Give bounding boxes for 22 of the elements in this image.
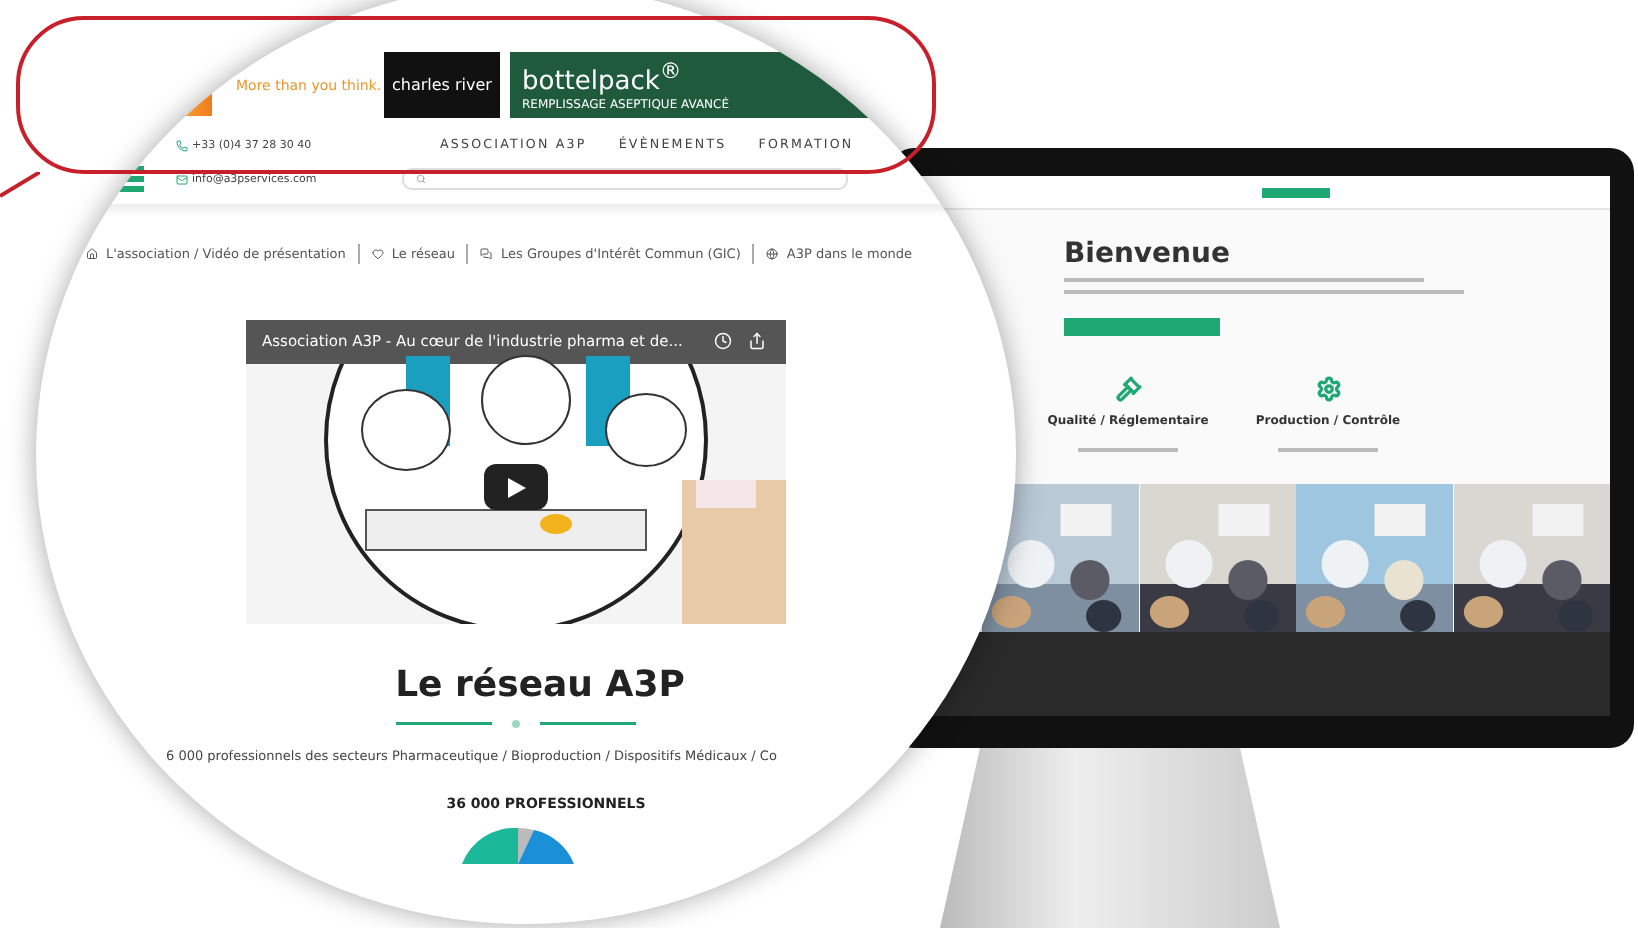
home-icon: [86, 248, 98, 260]
play-button[interactable]: [484, 464, 548, 510]
gavel-icon: [1115, 376, 1141, 402]
mail-icon: [176, 173, 188, 185]
text-line: [1078, 448, 1178, 452]
play-icon: [506, 477, 526, 497]
search-field[interactable]: [402, 168, 848, 190]
clock-icon[interactable]: [714, 332, 732, 350]
gear-icon: [1315, 376, 1341, 402]
section-title: Le réseau A3P: [393, 664, 687, 706]
heart-icon: [371, 248, 384, 260]
logo-icon: [116, 166, 144, 192]
donut-drawing: [458, 824, 578, 864]
search-icon: [416, 174, 426, 184]
header-button[interactable]: [1262, 187, 1330, 197]
ad-banner[interactable]: charles river: [384, 52, 500, 118]
share-icon[interactable]: [748, 332, 766, 350]
phone-icon: [176, 139, 188, 151]
welcome-title: Bienvenue: [1064, 238, 1232, 270]
text-line: [1278, 448, 1378, 452]
globe-icon: [766, 248, 779, 260]
chat-icon: [480, 248, 493, 260]
